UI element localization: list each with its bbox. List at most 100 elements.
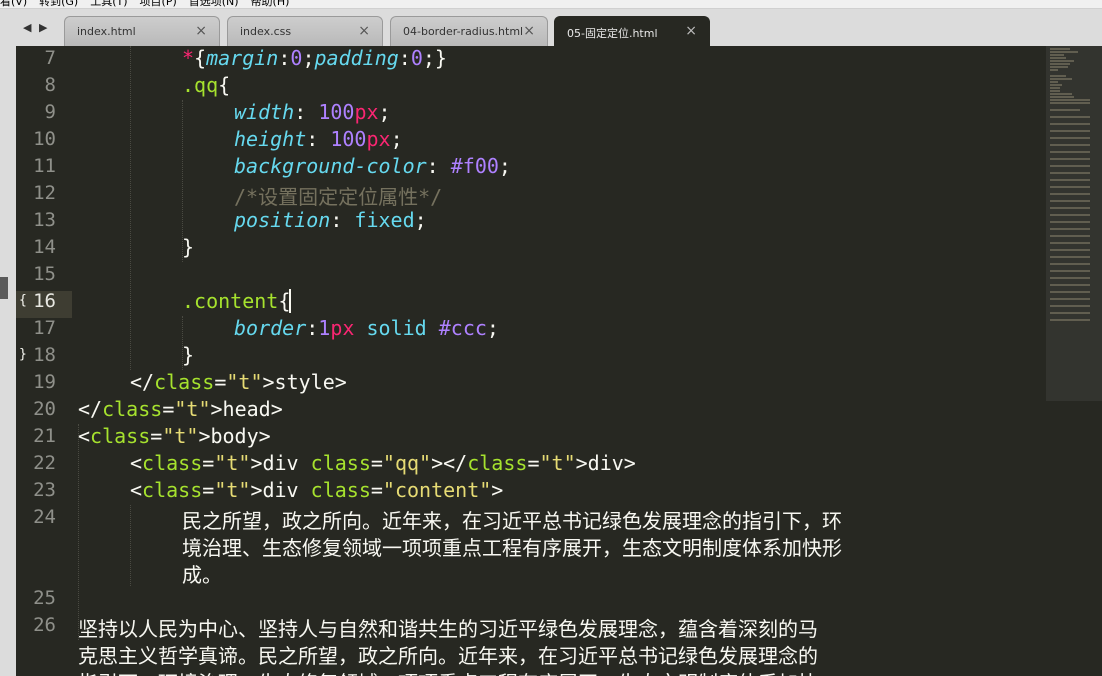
- tab-back-arrow-icon[interactable]: ◀: [23, 21, 31, 34]
- code-line: position: fixed;: [234, 208, 427, 232]
- code-line: <class="t">div class="content">: [130, 478, 504, 502]
- code-line: </class="t">style>: [130, 370, 347, 394]
- line-number: 19: [33, 371, 56, 393]
- minimap-line: [1050, 116, 1090, 118]
- close-icon[interactable]: ×: [685, 23, 697, 39]
- minimap-line: [1050, 221, 1090, 223]
- minimap-line: [1050, 242, 1090, 244]
- close-icon[interactable]: ×: [358, 23, 370, 39]
- code-line-text: 境治理、生态修复领域一项项重点工程有序展开，生态文明制度体系加快形: [182, 536, 842, 560]
- minimap-line: [1050, 193, 1090, 195]
- line-number: 7: [44, 47, 56, 69]
- minimap-line: [1050, 312, 1090, 314]
- minimap-line: [1050, 179, 1090, 181]
- minimap-line: [1050, 60, 1074, 62]
- minimap-line: [1050, 66, 1068, 68]
- tab-forward-arrow-icon[interactable]: ▶: [39, 21, 47, 34]
- menu-item[interactable]: 看(V): [0, 0, 27, 8]
- left-edge-mark: [0, 277, 8, 299]
- menu-item[interactable]: 转到(G): [39, 0, 78, 8]
- line-number: 8: [44, 74, 56, 96]
- tab-fixed-position-html[interactable]: 05-固定定位.html ×: [554, 16, 710, 46]
- minimap-line: [1050, 63, 1070, 65]
- line-number: 24: [33, 506, 56, 528]
- line-number: 18: [33, 344, 56, 366]
- minimap-line: [1050, 291, 1090, 293]
- tab-label: 05-固定定位.html: [567, 27, 658, 40]
- line-number: 11: [33, 155, 56, 177]
- line-number: 14: [33, 236, 56, 258]
- minimap-line: [1050, 256, 1090, 258]
- code-line: width: 100px;: [234, 100, 391, 124]
- line-number: 10: [33, 128, 56, 150]
- minimap-line: [1050, 81, 1058, 83]
- tab-label: 04-border-radius.html: [403, 25, 524, 38]
- line-number: 12: [33, 182, 56, 204]
- tab-label: index.html: [77, 25, 136, 38]
- minimap-line: [1050, 84, 1062, 86]
- minimap-line: [1050, 57, 1066, 59]
- minimap-line: [1050, 109, 1080, 111]
- line-number-gutter: { } 7 8 9 10 11 12 13 14 15 16 17 18 19 20 21 22 23 24 25 2…: [16, 46, 72, 676]
- minimap-line: [1050, 186, 1090, 188]
- minimap-line: [1050, 249, 1090, 251]
- tab-index-css[interactable]: index.css ×: [227, 16, 383, 46]
- tab-label: index.css: [240, 25, 292, 38]
- code-line: </class="t">head>: [78, 397, 283, 421]
- code-line: *{margin:0;padding:0;}: [182, 46, 447, 70]
- minimap-line: [1050, 90, 1060, 92]
- code-line: .qq{: [182, 73, 231, 97]
- minimap-line: [1050, 319, 1090, 321]
- code-line-text: 成。: [182, 563, 222, 587]
- minimap-line: [1050, 78, 1072, 80]
- minimap-line: [1050, 200, 1090, 202]
- indent-guide: [130, 505, 131, 586]
- minimap-line: [1050, 270, 1090, 272]
- minimap-line: [1050, 207, 1090, 209]
- left-strip: [0, 45, 16, 676]
- menu-item[interactable]: 帮助(H): [251, 0, 290, 8]
- code-line: <class="t">body>: [78, 424, 271, 448]
- tab-bar: ◀ ▶ index.html × index.css × 04-border-r…: [0, 9, 1102, 676]
- menu-item[interactable]: 项目(P): [140, 0, 177, 8]
- minimap[interactable]: [1046, 46, 1102, 676]
- line-number: 22: [33, 452, 56, 474]
- code-line-text: 民之所望，政之所向。近年来，在习近平总书记绿色发展理念的指引下，环: [182, 509, 842, 533]
- tab-border-radius-html[interactable]: 04-border-radius.html ×: [390, 16, 548, 46]
- minimap-line: [1050, 130, 1090, 132]
- tab-index-html[interactable]: index.html ×: [64, 16, 220, 46]
- minimap-line: [1050, 137, 1090, 139]
- line-number: 20: [33, 398, 56, 420]
- minimap-line: [1050, 235, 1090, 237]
- code-line: border:1px solid #ccc;: [234, 316, 499, 340]
- menu-item[interactable]: 工具(T): [90, 0, 127, 8]
- indent-guide: [78, 424, 79, 640]
- code-line: .content{: [182, 289, 292, 313]
- code-line-text: 克思主义哲学真谛。民之所望，政之所向。近年来，在习近平总书记绿色发展理念的: [78, 644, 818, 668]
- indent-guide: [130, 46, 131, 370]
- code-editor[interactable]: { } 7 8 9 10 11 12 13 14 15 16 17 18 19 20 21 22 23 24 25 2…: [16, 46, 1046, 676]
- menu-bar: 看(V) 转到(G) 工具(T) 项目(P) 首选项(N) 帮助(H): [0, 0, 1102, 9]
- minimap-line: [1050, 99, 1090, 101]
- menu-item[interactable]: 首选项(N): [189, 0, 239, 8]
- minimap-line: [1050, 284, 1090, 286]
- code-line: }: [182, 343, 195, 367]
- menu-items: 看(V) 转到(G) 工具(T) 项目(P) 首选项(N) 帮助(H): [0, 0, 301, 8]
- line-number: 25: [33, 587, 56, 609]
- minimap-line: [1050, 172, 1090, 174]
- minimap-line: [1050, 144, 1090, 146]
- minimap-line: [1050, 228, 1090, 230]
- minimap-line: [1050, 305, 1090, 307]
- minimap-line: [1050, 298, 1090, 300]
- code-line: background-color: #f00;: [234, 154, 511, 178]
- text-cursor: [289, 289, 292, 313]
- line-number: 17: [33, 317, 56, 339]
- minimap-line: [1050, 48, 1070, 50]
- close-icon[interactable]: ×: [523, 23, 535, 39]
- minimap-line: [1050, 96, 1074, 98]
- line-number: 15: [33, 263, 56, 285]
- minimap-line: [1050, 158, 1090, 160]
- close-icon[interactable]: ×: [195, 23, 207, 39]
- minimap-line: [1050, 75, 1066, 77]
- code-area[interactable]: *{margin:0;padding:0;} .qq{width: 100px; h…: [78, 46, 1044, 676]
